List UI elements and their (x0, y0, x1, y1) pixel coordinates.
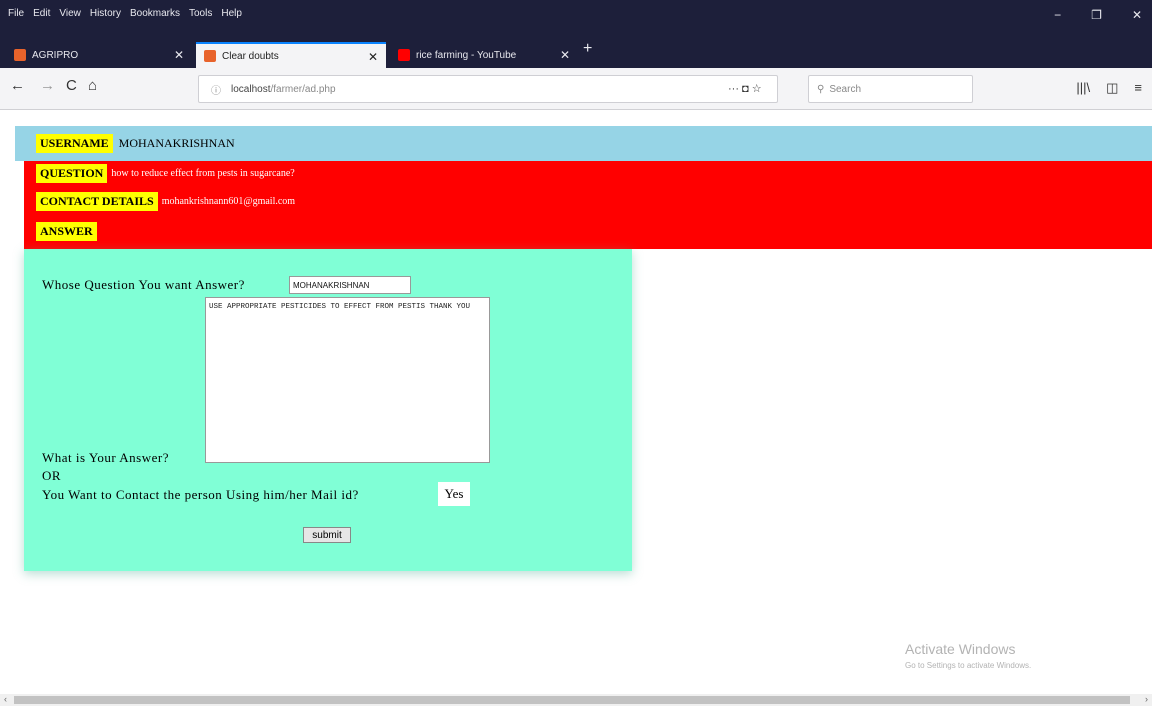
yes-option[interactable]: Yes (438, 482, 470, 506)
question-row: QUESTION how to reduce effect from pests… (36, 164, 295, 183)
tab-close-icon[interactable]: ✕ (368, 50, 378, 64)
tab-close-icon[interactable]: ✕ (560, 48, 570, 62)
menu-help[interactable]: Help (221, 8, 242, 19)
search-input[interactable]: ⚲ Search (808, 75, 973, 103)
username-row: USERNAME MOHANAKRISHNAN (36, 134, 235, 153)
info-icon[interactable]: ⓘ (211, 82, 221, 97)
library-icon[interactable]: |||\ (1076, 80, 1090, 96)
close-window-button[interactable]: ✕ (1132, 8, 1142, 22)
home-icon[interactable]: ⌂ (88, 77, 97, 94)
navigation-bar: ← → C ⌂ ⓘ localhost /farmer/ad.php ··· ◘… (0, 68, 1152, 110)
username-label: USERNAME (36, 134, 113, 153)
search-icon: ⚲ (817, 83, 825, 95)
menu-edit[interactable]: Edit (33, 8, 50, 19)
menu-bookmarks[interactable]: Bookmarks (130, 8, 180, 19)
scrollbar-thumb[interactable] (14, 696, 1130, 704)
answer-label: ANSWER (36, 222, 97, 241)
menu-bar: File Edit View History Bookmarks Tools H… (8, 8, 242, 19)
menu-view[interactable]: View (59, 8, 81, 19)
watermark-subtitle: Go to Settings to activate Windows. (905, 661, 1032, 670)
search-placeholder: Search (829, 83, 862, 95)
activation-watermark: Activate Windows Go to Settings to activ… (905, 641, 1031, 670)
window-controls: − ❐ ✕ (1054, 8, 1142, 22)
answer-textarea[interactable]: USE APPROPRIATE PESTICIDES TO EFFECT FRO… (205, 297, 490, 463)
tab-title: Clear doubts (222, 50, 279, 62)
youtube-favicon-icon (398, 49, 410, 61)
contact-label: CONTACT DETAILS (36, 192, 158, 211)
question-label: QUESTION (36, 164, 108, 183)
tab-strip: AGRIPRO ✕ Clear doubts ✕ rice farming - … (0, 38, 1152, 68)
submit-button[interactable]: submit (303, 527, 351, 543)
menu-history[interactable]: History (90, 8, 121, 19)
scroll-left-icon[interactable]: ‹ (4, 694, 7, 704)
menu-tools[interactable]: Tools (189, 8, 212, 19)
minimize-button[interactable]: − (1054, 8, 1061, 22)
new-tab-button[interactable]: + (583, 40, 592, 58)
whose-question-input[interactable]: MOHANAKRISHNAN (289, 276, 411, 294)
username-value: MOHANAKRISHNAN (118, 136, 235, 150)
scroll-right-icon[interactable]: › (1145, 694, 1148, 704)
url-bar[interactable]: ⓘ localhost /farmer/ad.php (198, 75, 778, 103)
agripro-favicon-icon (14, 49, 26, 61)
tab-agripro[interactable]: AGRIPRO ✕ (6, 42, 192, 68)
title-bar: File Edit View History Bookmarks Tools H… (0, 0, 1152, 38)
menu-file[interactable]: File (8, 8, 24, 19)
question-value: how to reduce effect from pests in sugar… (111, 168, 295, 179)
url-path: /farmer/ad.php (270, 83, 336, 95)
tab-title: AGRIPRO (32, 49, 79, 61)
contact-row: CONTACT DETAILS mohankrishnann601@gmail.… (36, 192, 295, 211)
forward-arrow-icon[interactable]: → (40, 77, 55, 94)
or-label: OR (42, 468, 62, 483)
contact-prompt-label: You Want to Contact the person Using him… (42, 487, 359, 502)
whose-question-label: Whose Question You want Answer? (42, 277, 245, 292)
tab-clear-doubts[interactable]: Clear doubts ✕ (196, 42, 386, 68)
tab-title: rice farming - YouTube (416, 49, 517, 61)
url-host: localhost (231, 83, 271, 95)
menu-icon[interactable]: ≡ (1134, 80, 1142, 96)
tab-close-icon[interactable]: ✕ (174, 48, 184, 62)
back-arrow-icon[interactable]: ← (10, 77, 25, 94)
watermark-title: Activate Windows (905, 641, 1016, 657)
contact-value: mohankrishnann601@gmail.com (161, 196, 296, 207)
toolbar-icons: |||\ ◫ ≡ (1076, 80, 1142, 96)
page-actions-icon[interactable]: ··· ◘ ☆ (728, 82, 762, 95)
sidebar-icon[interactable]: ◫ (1106, 80, 1118, 96)
page-favicon-icon (204, 50, 216, 62)
maximize-button[interactable]: ❐ (1091, 8, 1102, 22)
your-answer-label: What is Your Answer? (42, 450, 169, 465)
reload-icon[interactable]: C (66, 77, 77, 94)
tab-youtube[interactable]: rice farming - YouTube ✕ (390, 42, 578, 68)
horizontal-scrollbar[interactable]: ‹ › (0, 694, 1152, 706)
answer-row: ANSWER (36, 222, 97, 241)
